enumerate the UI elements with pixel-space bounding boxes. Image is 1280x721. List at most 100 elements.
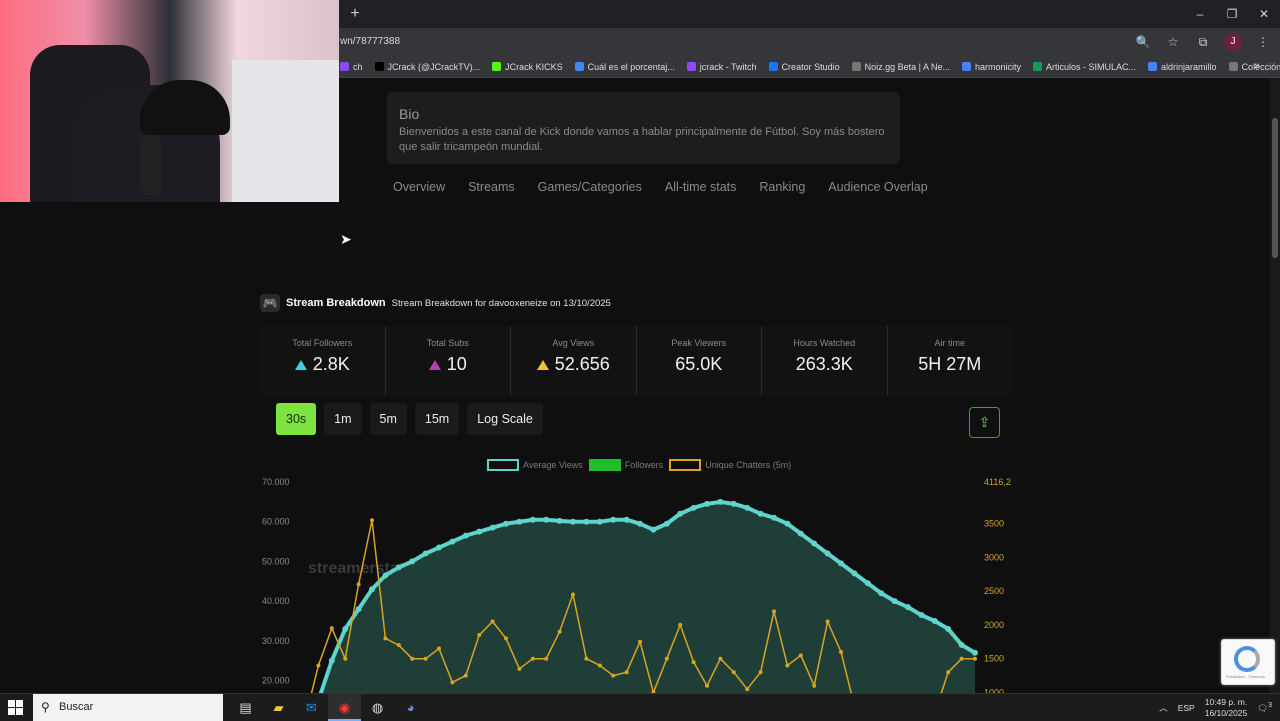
- bookmark-item[interactable]: JCrack KICKS: [492, 62, 563, 72]
- bookmark-item[interactable]: Articulos - SIMULAC...: [1033, 62, 1136, 72]
- extensions-icon[interactable]: ⧉: [1194, 33, 1212, 51]
- stat-label: Total Subs: [426, 338, 469, 348]
- scrollbar-thumb[interactable]: [1272, 118, 1278, 258]
- interval-button[interactable]: 15m: [414, 403, 460, 435]
- bio-text: Bienvenidos a este canal de Kick donde v…: [399, 126, 885, 153]
- chatters-point: [423, 656, 428, 661]
- interval-button[interactable]: 30s: [276, 403, 317, 435]
- average-views-point: [704, 500, 710, 507]
- bookmark-item[interactable]: aldrinjaramillo: [1148, 62, 1217, 72]
- search-placeholder: Buscar: [59, 701, 94, 713]
- url-text[interactable]: wn/78777388: [340, 36, 400, 47]
- stat-card: Air time 5H 27M: [888, 326, 1013, 396]
- average-views-point: [422, 550, 429, 557]
- legend-label: Followers: [624, 460, 664, 470]
- discord-icon[interactable]: ◕: [394, 694, 427, 721]
- chatters-point: [343, 656, 348, 661]
- chrome-icon[interactable]: ◉: [328, 694, 361, 721]
- chatters-point: [329, 626, 334, 631]
- bookmark-item[interactable]: JCrack (@JCrackTV)...: [374, 62, 480, 72]
- average-views-point: [650, 526, 657, 533]
- webcam-shelf: [230, 60, 339, 202]
- taskbar-search-input[interactable]: ⚲ Buscar: [33, 694, 223, 721]
- average-views-point: [556, 517, 563, 524]
- average-views-point: [342, 625, 349, 632]
- stat-label: Avg Views: [552, 338, 595, 348]
- mouse-cursor-icon: ➤: [340, 231, 352, 247]
- share-icon[interactable]: ⇪: [969, 407, 1000, 438]
- menu-icon[interactable]: ⋮: [1254, 33, 1272, 51]
- interval-button[interactable]: 1m: [324, 403, 362, 435]
- calendar-icon: [1148, 62, 1158, 71]
- channel-tabs: Overview Streams Games/Categories All-time …: [393, 180, 928, 194]
- notifications-icon[interactable]: 🗨3: [1257, 701, 1272, 714]
- chatters-point: [490, 619, 495, 624]
- chatters-point: [664, 656, 669, 661]
- bookmark-label: harmonicity: [974, 61, 1021, 72]
- stat-card: Avg Views 52.656: [511, 326, 637, 396]
- chatters-point: [370, 518, 374, 523]
- bio-title: Bio: [399, 106, 420, 122]
- profile-icon[interactable]: J: [1224, 33, 1242, 51]
- average-views-point: [543, 516, 550, 523]
- star-icon[interactable]: ☆: [1164, 33, 1182, 51]
- tab-overview[interactable]: Overview: [393, 180, 445, 194]
- recaptcha-badge[interactable]: Privacidad - Términos: [1221, 639, 1275, 685]
- obs-icon[interactable]: ◍: [361, 694, 394, 721]
- bookmark-item[interactable]: Creator Studio: [768, 61, 840, 72]
- trend-up-icon: [536, 359, 549, 370]
- globe-icon: [1228, 62, 1238, 71]
- bookmark-item[interactable]: ch: [340, 62, 363, 72]
- page-scrollbar[interactable]: [1270, 78, 1280, 693]
- y-right-tick-label: 3500: [984, 519, 1004, 529]
- tab-all-time-stats[interactable]: All-time stats: [665, 180, 737, 194]
- average-views-point: [717, 498, 724, 505]
- clock[interactable]: 10:49 p. m. 16/10/2025: [1205, 697, 1248, 719]
- bookmark-label: Noiz.gg Beta | A Ne...: [864, 61, 950, 72]
- y-left-tick-label: 50.000: [262, 556, 290, 566]
- tab-games-categories[interactable]: Games/Categories: [538, 180, 642, 194]
- average-views-point: [328, 657, 335, 664]
- new-tab-button[interactable]: +: [346, 5, 364, 23]
- average-views-point: [931, 618, 938, 624]
- bookmarks-more-button[interactable]: »: [1254, 60, 1260, 72]
- average-views-point: [596, 518, 603, 525]
- stat-label: Hours Watched: [793, 338, 856, 348]
- outlook-icon[interactable]: ✉: [295, 694, 328, 721]
- y-right-tick-label: 4116,2: [984, 477, 1011, 487]
- chatters-point: [410, 656, 415, 661]
- stat-value-row: 10: [386, 354, 511, 375]
- close-button[interactable]: ✕: [1248, 0, 1280, 28]
- task-view-icon[interactable]: ▤: [229, 694, 262, 721]
- interval-button[interactable]: 5m: [369, 403, 407, 435]
- tab-streams[interactable]: Streams: [468, 180, 515, 194]
- bookmark-item[interactable]: harmonicity: [961, 61, 1021, 72]
- chatters-point: [731, 670, 736, 675]
- interval-button[interactable]: Log Scale: [467, 403, 543, 435]
- minimize-button[interactable]: –: [1184, 0, 1216, 28]
- legend-label: Unique Chatters (5m): [705, 460, 792, 470]
- trend-up-icon: [428, 359, 441, 370]
- average-views-point: [744, 504, 751, 511]
- bookmark-item[interactable]: Noiz.gg Beta | A Ne...: [851, 61, 950, 72]
- zoom-icon[interactable]: 🔍: [1134, 33, 1152, 51]
- average-views-point: [677, 510, 684, 517]
- file-explorer-icon[interactable]: ▰: [262, 694, 295, 721]
- chatters-point: [571, 592, 575, 597]
- tray-chevron-icon[interactable]: ︿: [1159, 702, 1168, 714]
- bookmark-label: Creator Studio: [781, 61, 840, 72]
- bookmark-item[interactable]: jcrack - Twitch: [686, 62, 757, 72]
- x-icon: [374, 62, 384, 71]
- bookmark-item[interactable]: Cuál es el porcentaj...: [574, 62, 675, 72]
- chatters-point: [691, 660, 696, 665]
- trend-up-icon: [294, 359, 307, 370]
- average-views-point: [570, 518, 576, 525]
- tab-ranking[interactable]: Ranking: [759, 180, 805, 194]
- language-indicator[interactable]: ESP: [1178, 703, 1195, 713]
- average-views-point: [462, 532, 469, 539]
- chatters-point: [383, 636, 388, 641]
- average-views-point: [771, 514, 777, 521]
- restore-button[interactable]: ❐: [1216, 0, 1248, 28]
- tab-audience-overlap[interactable]: Audience Overlap: [828, 180, 927, 194]
- windows-start-icon[interactable]: [8, 700, 23, 715]
